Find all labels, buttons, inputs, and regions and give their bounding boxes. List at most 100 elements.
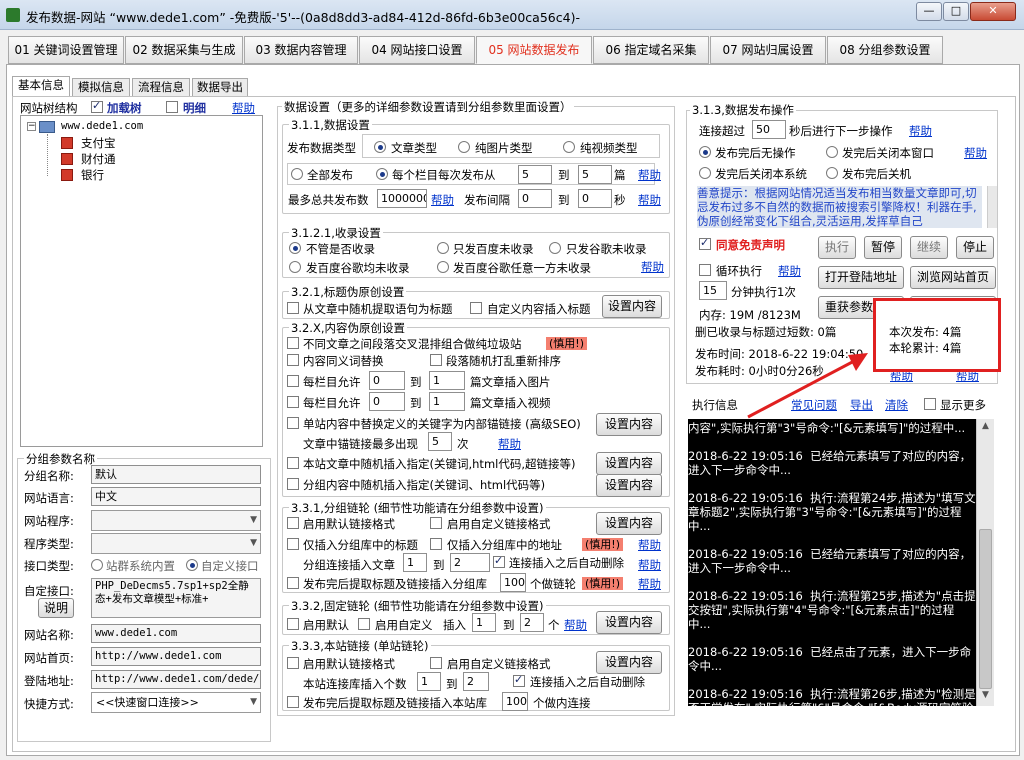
type-article-radio[interactable] (374, 141, 386, 153)
set-content-button[interactable]: 设置内容 (602, 295, 662, 318)
type-image-radio[interactable] (458, 141, 470, 153)
tree-node[interactable]: 支付宝 (81, 135, 116, 151)
after-close-sys-radio[interactable] (699, 167, 711, 179)
interval-from[interactable]: 0 (518, 189, 552, 208)
tree-node[interactable]: 财付通 (81, 151, 116, 167)
detail-checkbox[interactable] (166, 101, 178, 113)
group-name-field[interactable]: 默认 (91, 465, 261, 484)
open-login-button[interactable]: 打开登陆地址 (818, 266, 904, 289)
iface-custom-radio[interactable] (186, 559, 198, 571)
log-output[interactable]: 内容",实际执行第"3"号命令:"[&元素填写]"的过程中... 2018-6-… (688, 419, 976, 706)
help-link[interactable]: 帮助 (564, 617, 587, 633)
show-more-checkbox[interactable] (924, 398, 936, 410)
help-link[interactable]: 帮助 (498, 436, 521, 452)
help-link[interactable]: 帮助 (641, 259, 664, 275)
fixed-default-checkbox[interactable] (287, 618, 299, 630)
home-field[interactable]: http://www.dede1.com (91, 647, 261, 666)
help-link[interactable]: 帮助 (638, 537, 661, 553)
help-link[interactable]: 帮助 (778, 263, 801, 279)
site-program-select[interactable]: ▼ (91, 510, 261, 531)
title-random-checkbox[interactable] (287, 302, 299, 314)
link-custom-checkbox[interactable] (430, 517, 442, 529)
set-content-button[interactable]: 设置内容 (596, 512, 662, 535)
faq-link[interactable]: 常见问题 (791, 397, 837, 413)
set-content-button[interactable]: 设置内容 (596, 452, 662, 475)
max-total-field[interactable]: 1000000 (377, 189, 427, 208)
explain-button[interactable]: 说明 (38, 598, 74, 618)
help-link[interactable]: 帮助 (909, 123, 932, 139)
each-col-from[interactable]: 5 (518, 165, 552, 184)
help-link[interactable]: 帮助 (638, 576, 661, 592)
after-none-radio[interactable] (699, 146, 711, 158)
anchor-max-field[interactable]: 5 (428, 432, 452, 451)
clear-link[interactable]: 清除 (885, 397, 908, 413)
hint-scrollbar[interactable] (987, 186, 997, 228)
close-button[interactable]: ✕ (970, 2, 1016, 21)
each-col-to[interactable]: 5 (578, 165, 612, 184)
set-content-button[interactable]: 设置内容 (596, 474, 662, 497)
help-link[interactable]: 帮助 (638, 192, 661, 208)
after-shutdown-radio[interactable] (826, 167, 838, 179)
site-after-pub-checkbox[interactable] (287, 696, 299, 708)
site-custom-checkbox[interactable] (430, 657, 442, 669)
link-auto-del-checkbox[interactable] (493, 554, 505, 568)
collapse-icon[interactable]: − (27, 122, 36, 131)
tree-root[interactable]: www.dede1.com (61, 120, 143, 132)
title-custom-checkbox[interactable] (470, 302, 482, 314)
login-field[interactable]: http://www.dede1.com/dede/l (91, 670, 261, 689)
site-name-field[interactable]: www.dede1.com (91, 624, 261, 643)
insert-video-checkbox[interactable] (287, 396, 299, 408)
agree-checkbox[interactable] (699, 236, 711, 250)
loop-interval-field[interactable]: 15 (699, 281, 727, 300)
tree-help-link[interactable]: 帮助 (232, 100, 255, 116)
inc-both-radio[interactable] (289, 261, 301, 273)
loop-checkbox[interactable] (699, 264, 711, 276)
anchor-checkbox[interactable] (287, 417, 299, 429)
insert-image-from[interactable]: 0 (369, 371, 405, 390)
stop-button[interactable]: 停止 (956, 236, 994, 259)
shuffle-checkbox[interactable] (430, 354, 442, 366)
interval-to[interactable]: 0 (578, 189, 612, 208)
help-link[interactable]: 帮助 (964, 145, 987, 161)
fixed-to[interactable]: 2 (520, 613, 544, 632)
inc-either-radio[interactable] (437, 261, 449, 273)
log-scrollbar[interactable]: ▲ ▼ (976, 419, 994, 706)
subtab-basic[interactable]: 基本信息 (12, 76, 70, 96)
help-link[interactable]: 帮助 (638, 557, 661, 573)
browse-home-button[interactable]: 浏览网站首页 (910, 266, 996, 289)
site-ins-to[interactable]: 2 (463, 672, 489, 691)
tab-domain[interactable]: 06 指定域名采集 (593, 36, 709, 64)
shortcut-select[interactable]: <<快速窗口连接>> ▼ (91, 692, 261, 713)
inc-google-radio[interactable] (549, 242, 561, 254)
link-group-ins-to[interactable]: 2 (450, 553, 490, 572)
help-link[interactable]: 帮助 (638, 167, 661, 183)
continue-button[interactable]: 继续 (910, 236, 948, 259)
tab-ownership[interactable]: 07 网站归属设置 (710, 36, 826, 64)
tab-content[interactable]: 03 数据内容管理 (244, 36, 358, 64)
link-default-checkbox[interactable] (287, 517, 299, 529)
site-auto-del-checkbox[interactable] (513, 673, 525, 687)
tab-keywords[interactable]: 01 关键词设置管理 (8, 36, 124, 64)
exec-button[interactable]: 执行 (818, 236, 856, 259)
set-content-button[interactable]: 设置内容 (596, 611, 662, 634)
subtab-simulate[interactable]: 模拟信息 (72, 78, 130, 96)
load-tree-checkbox[interactable] (91, 99, 103, 113)
all-pub-radio[interactable] (291, 168, 303, 180)
tab-collect[interactable]: 02 数据采集与生成 (125, 36, 243, 64)
site-default-checkbox[interactable] (287, 657, 299, 669)
group-rand-checkbox[interactable] (287, 478, 299, 490)
fixed-custom-checkbox[interactable] (358, 618, 370, 630)
type-video-radio[interactable] (563, 141, 575, 153)
link-after-pub-field[interactable]: 100 (500, 573, 526, 592)
fixed-from[interactable]: 1 (472, 613, 496, 632)
program-type-select[interactable]: ▼ (91, 533, 261, 554)
chevron-up-icon[interactable]: ▲ (979, 421, 992, 435)
site-after-pub-field[interactable]: 100 (502, 692, 528, 711)
set-content-button[interactable]: 设置内容 (596, 651, 662, 674)
inc-none-radio[interactable] (289, 242, 301, 254)
help-link[interactable]: 帮助 (431, 192, 454, 208)
iface-builtin-radio[interactable] (91, 559, 103, 571)
maximize-button[interactable]: □ (943, 2, 969, 21)
pause-button[interactable]: 暂停 (864, 236, 902, 259)
set-content-button[interactable]: 设置内容 (596, 413, 662, 436)
